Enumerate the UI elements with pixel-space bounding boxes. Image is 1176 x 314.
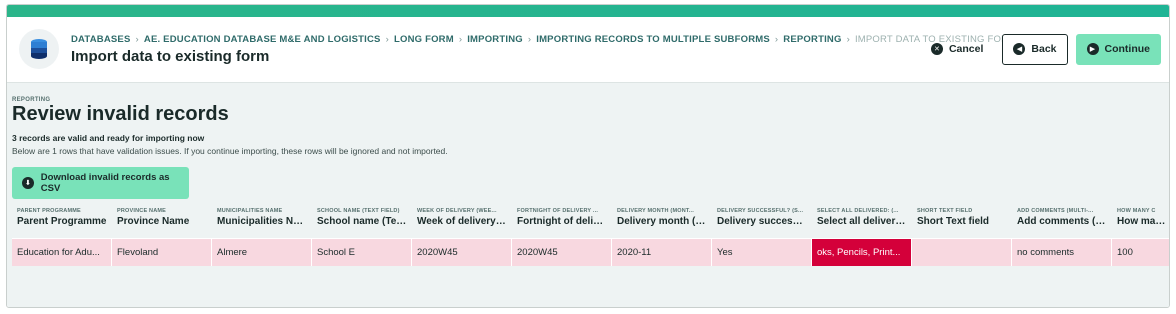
column-header[interactable]: SELECT ALL DELIVERED: (... Select all del… xyxy=(812,204,912,236)
column-label: Parent Programme xyxy=(17,216,107,227)
table-cell: 2020W45 xyxy=(512,239,612,266)
column-header[interactable]: MUNICIPALITIES NAME Municipalities Name xyxy=(212,204,312,236)
table-cell: no comments xyxy=(1012,239,1112,266)
column-field-code: DELIVERY MONTH (MONT... xyxy=(617,208,695,214)
top-accent-bar xyxy=(7,5,1169,17)
continue-button[interactable]: ▶ Continue xyxy=(1075,33,1161,65)
column-header[interactable]: DELIVERY SUCCESSFUL? (S... Delivery succe… xyxy=(712,204,812,236)
column-header[interactable]: WEEK OF DELIVERY (WEE... Week of delivery… xyxy=(412,204,512,236)
page-header: DATABASES › AE. EDUCATION DATABASE M&E AND… xyxy=(7,17,1169,81)
cancel-button[interactable]: ✕ Cancel xyxy=(920,34,994,65)
column-field-code: DELIVERY SUCCESSFUL? (S... xyxy=(717,208,804,214)
cancel-label: Cancel xyxy=(948,43,984,55)
column-field-code: SHORT TEXT FIELD xyxy=(917,208,973,214)
table-row: Education for Adu... Flevoland Almere Schoo… xyxy=(12,238,1169,266)
breadcrumb-importing[interactable]: IMPORTING xyxy=(467,34,523,45)
review-title: Review invalid records xyxy=(12,103,229,125)
arrow-left-icon: ◀ xyxy=(1013,43,1026,55)
table-cell: Education for Adu... xyxy=(12,239,112,266)
column-label: School name (Text ... xyxy=(317,216,407,227)
column-label: How many xyxy=(1117,216,1166,227)
column-label: Delivery successful... xyxy=(717,216,807,227)
continue-label: Continue xyxy=(1104,43,1151,55)
breadcrumb-long-form[interactable]: LONG FORM xyxy=(394,34,454,45)
table-cell: Yes xyxy=(712,239,812,266)
table-header: PARENT PROGRAMME Parent Programme PROVINCE… xyxy=(12,204,1169,236)
breadcrumb-subforms[interactable]: IMPORTING RECORDS TO MULTIPLE SUBFORMS xyxy=(536,34,770,45)
valid-records-message: 3 records are valid and ready for import… xyxy=(12,133,205,143)
download-icon: ⬇ xyxy=(22,177,34,189)
column-label: Short Text field xyxy=(917,216,990,227)
table-cell: School E xyxy=(312,239,412,266)
column-label: Add comments (Mu... xyxy=(1017,216,1107,227)
invalid-records-table: PARENT PROGRAMME Parent Programme PROVINCE… xyxy=(12,204,1169,266)
column-label: Municipalities Name xyxy=(217,216,307,227)
table-body: Education for Adu... Flevoland Almere Schoo… xyxy=(12,238,1169,266)
column-field-code: SELECT ALL DELIVERED: (... xyxy=(817,208,899,214)
column-label: Week of delivery (... xyxy=(417,216,507,227)
table-cell: 2020-11 xyxy=(612,239,712,266)
column-field-code: MUNICIPALITIES NAME xyxy=(217,208,283,214)
breadcrumb-databases[interactable]: DATABASES xyxy=(71,34,131,45)
breadcrumb-reporting[interactable]: REPORTING xyxy=(783,34,841,45)
play-icon: ▶ xyxy=(1086,43,1099,55)
page-title: Import data to existing form xyxy=(71,47,270,65)
column-label: Select all delivered:... xyxy=(817,216,907,227)
back-label: Back xyxy=(1031,43,1057,55)
table-cell: Flevoland xyxy=(112,239,212,266)
column-label: Delivery month (M... xyxy=(617,216,707,227)
close-icon: ✕ xyxy=(930,43,943,55)
column-field-code: WEEK OF DELIVERY (WEE... xyxy=(417,208,497,214)
download-label: Download invalid records as CSV xyxy=(40,172,170,194)
column-field-code: ADD COMMENTS (MULTI-... xyxy=(1017,208,1094,214)
review-panel: REPORTING Review invalid records 3 recor… xyxy=(7,82,1169,307)
column-field-code: PROVINCE NAME xyxy=(117,208,167,214)
table-cell: Almere xyxy=(212,239,312,266)
column-field-code: FORTNIGHT OF DELIVERY ... xyxy=(517,208,599,214)
column-header[interactable]: HOW MANY C How many xyxy=(1112,204,1169,236)
table-cell: 2020W45 xyxy=(412,239,512,266)
column-header[interactable]: PROVINCE NAME Province Name xyxy=(112,204,212,236)
breadcrumb-separator: › xyxy=(527,33,532,45)
download-invalid-csv-button[interactable]: ⬇ Download invalid records as CSV xyxy=(12,167,189,199)
invalid-cell: oks, Pencils, Print... xyxy=(812,239,912,266)
back-button[interactable]: ◀ Back xyxy=(1002,33,1068,65)
column-header[interactable]: SCHOOL NAME (TEXT FIELD) School name (Tex… xyxy=(312,204,412,236)
breadcrumb-separator: › xyxy=(846,33,850,45)
table-cell: 100 xyxy=(1112,239,1169,266)
breadcrumb: DATABASES › AE. EDUCATION DATABASE M&E AND… xyxy=(71,33,1016,45)
column-header[interactable]: ADD COMMENTS (MULTI-... Add comments (Mu.… xyxy=(1012,204,1112,236)
breadcrumb-database[interactable]: AE. EDUCATION DATABASE M&E AND LOGISTICS xyxy=(144,34,381,45)
breadcrumb-separator: › xyxy=(774,33,779,45)
breadcrumb-separator: › xyxy=(135,33,139,45)
column-field-code: HOW MANY C xyxy=(1117,208,1156,214)
app-window: DATABASES › AE. EDUCATION DATABASE M&E AND… xyxy=(6,4,1170,308)
column-header[interactable]: SHORT TEXT FIELD Short Text field xyxy=(912,204,1012,236)
table-cell xyxy=(912,239,1012,266)
breadcrumb-separator: › xyxy=(458,33,463,45)
database-icon xyxy=(19,29,59,69)
column-header[interactable]: DELIVERY MONTH (MONT... Delivery month (M… xyxy=(612,204,712,236)
validation-issues-message: Below are 1 rows that have validation is… xyxy=(12,146,448,156)
column-header[interactable]: PARENT PROGRAMME Parent Programme xyxy=(12,204,112,236)
column-header[interactable]: FORTNIGHT OF DELIVERY ... Fortnight of de… xyxy=(512,204,612,236)
breadcrumb-separator: › xyxy=(385,33,389,45)
column-field-code: PARENT PROGRAMME xyxy=(17,208,81,214)
column-field-code: SCHOOL NAME (TEXT FIELD) xyxy=(317,208,400,214)
column-label: Fortnight of deliver... xyxy=(517,216,607,227)
column-label: Province Name xyxy=(117,216,190,227)
